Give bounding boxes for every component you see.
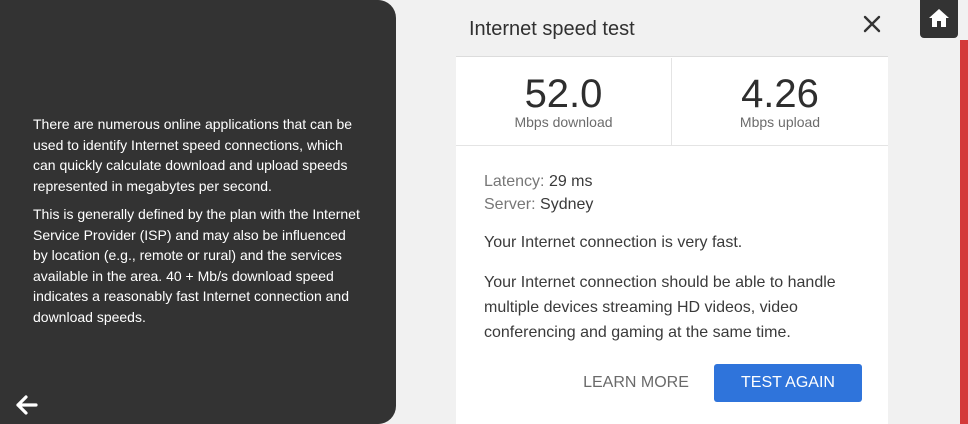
latency-value: 29 ms — [548, 173, 593, 190]
test-details: Latency: 29 ms Server: Sydney — [484, 170, 864, 216]
info-panel: There are numerous online applications t… — [0, 0, 396, 424]
latency-key: Latency: — [484, 173, 545, 190]
info-paragraph-1: There are numerous online applications t… — [33, 116, 353, 194]
speed-test-card: Internet speed test 52.0 Mbps download 4… — [456, 0, 888, 424]
stage: There are numerous online applications t… — [0, 0, 968, 424]
download-label: Mbps download — [514, 114, 613, 130]
arrow-left-icon — [16, 395, 38, 415]
speed-verdict: Your Internet connection is very fast. — [484, 234, 743, 251]
server-value: Sydney — [540, 196, 594, 213]
upload-value: 4.26 — [741, 72, 819, 116]
info-paragraph-2: This is generally defined by the plan wi… — [33, 206, 360, 325]
learn-more-button[interactable]: LEARN MORE — [574, 364, 698, 402]
speed-metrics: 52.0 Mbps download 4.26 Mbps upload — [456, 58, 888, 146]
accent-bar — [960, 40, 968, 424]
close-button[interactable] — [860, 12, 884, 36]
home-icon — [929, 9, 949, 27]
speed-description: Your Internet connection should be able … — [484, 274, 836, 341]
card-header: Internet speed test — [456, 0, 888, 57]
close-icon — [863, 15, 881, 33]
test-again-button[interactable]: TEST AGAIN — [714, 364, 862, 402]
home-button[interactable] — [920, 0, 958, 38]
server-key: Server: — [484, 196, 536, 213]
back-button[interactable] — [15, 393, 39, 417]
card-title: Internet speed test — [469, 18, 635, 40]
download-value: 52.0 — [524, 72, 603, 116]
info-text: There are numerous online applications t… — [33, 114, 363, 335]
latency-row: Latency: 29 ms — [484, 170, 864, 193]
server-row: Server: Sydney — [484, 193, 864, 216]
upload-label: Mbps upload — [739, 114, 821, 130]
upload-metric: 4.26 Mbps upload — [672, 58, 888, 146]
download-metric: 52.0 Mbps download — [456, 58, 672, 146]
